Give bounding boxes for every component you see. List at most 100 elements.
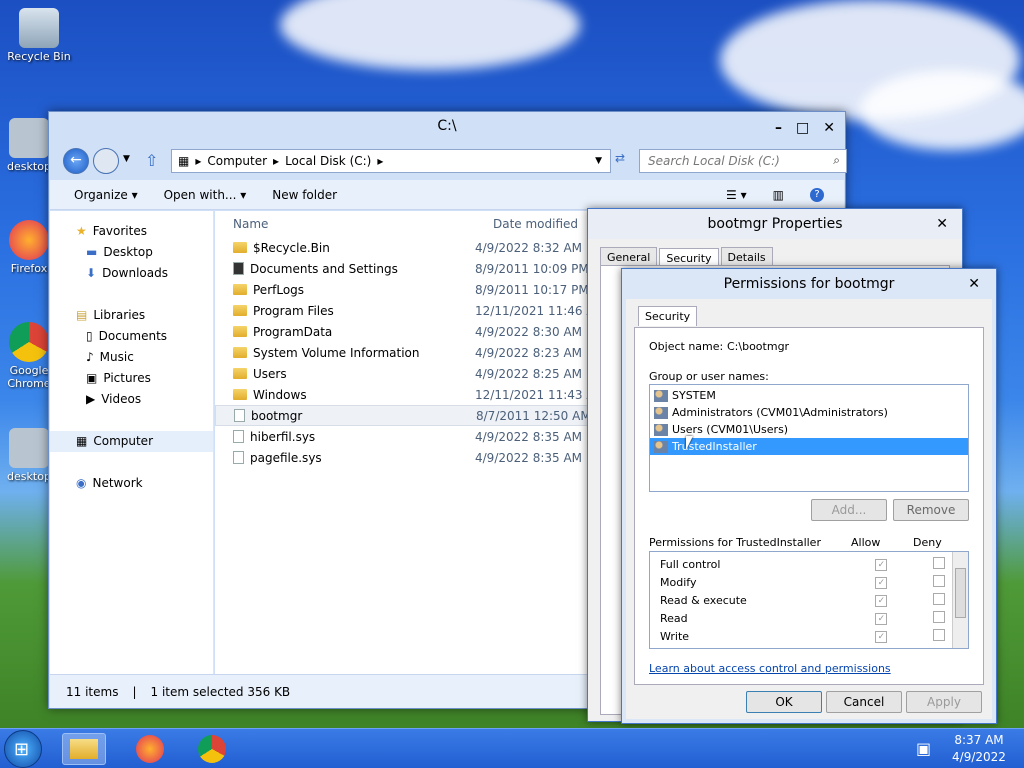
scrollbar[interactable] bbox=[952, 552, 968, 648]
file-icon bbox=[233, 430, 244, 443]
file-date: 4/9/2022 8:35 AM bbox=[475, 450, 583, 465]
allow-checkbox[interactable]: ✓ bbox=[875, 577, 888, 589]
nav-music[interactable]: ♪ Music bbox=[50, 347, 213, 368]
file-date: 8/7/2011 12:50 AM bbox=[476, 408, 591, 423]
back-button[interactable]: ← bbox=[63, 148, 89, 174]
search-input[interactable]: Search Local Disk (C:) ⌕ bbox=[639, 149, 847, 173]
maximize-icon[interactable]: □ bbox=[796, 114, 809, 142]
explorer-titlebar[interactable]: C:\ – □ ✕ bbox=[49, 112, 845, 142]
deny-checkbox[interactable] bbox=[933, 628, 946, 641]
preview-pane-icon[interactable]: ▥ bbox=[773, 188, 784, 202]
permissions-titlebar[interactable]: Permissions for bootmgr ✕ bbox=[622, 269, 996, 299]
nav-desktop[interactable]: ▬ Desktop bbox=[50, 242, 213, 263]
tab-details[interactable]: Details bbox=[720, 247, 773, 267]
refresh-icon[interactable]: ⇄ bbox=[615, 151, 625, 165]
address-bar[interactable]: ▦ ▸ Computer ▸ Local Disk (C:) ▸ ▼ bbox=[171, 149, 611, 173]
column-header-name[interactable]: Name bbox=[233, 217, 493, 231]
view-options-icon[interactable]: ☰ ▾ bbox=[726, 188, 747, 202]
nav-favorites[interactable]: ★ Favorites bbox=[50, 221, 213, 242]
permission-row: Modify ✓ bbox=[650, 573, 968, 591]
file-date: 4/9/2022 8:23 AM bbox=[475, 345, 583, 360]
taskbar-firefox[interactable] bbox=[128, 733, 172, 765]
close-icon[interactable]: ✕ bbox=[823, 114, 835, 142]
properties-titlebar[interactable]: bootmgr Properties ✕ bbox=[588, 209, 962, 239]
user-trustedinstaller[interactable]: TrustedInstaller bbox=[650, 438, 968, 455]
deny-checkbox[interactable] bbox=[933, 556, 946, 569]
allow-checkbox[interactable]: ✓ bbox=[875, 595, 888, 607]
permission-name: Read & execute bbox=[660, 593, 747, 607]
object-name-value: C:\bootmgr bbox=[727, 340, 790, 353]
nav-network[interactable]: ◉ Network bbox=[50, 473, 213, 494]
tab-security[interactable]: Security bbox=[638, 306, 698, 326]
start-button[interactable]: ⊞ bbox=[4, 730, 42, 768]
close-icon[interactable]: ✕ bbox=[936, 209, 948, 239]
file-name: ProgramData bbox=[253, 324, 333, 339]
allow-checkbox[interactable]: ✓ bbox=[875, 613, 888, 625]
allow-checkbox[interactable]: ✓ bbox=[875, 559, 888, 571]
user-list[interactable]: SYSTEM Administrators (CVM01\Administrat… bbox=[649, 384, 969, 492]
file-icon bbox=[233, 451, 244, 464]
cancel-button[interactable]: Cancel bbox=[826, 691, 902, 713]
clock-time: 8:37 AM bbox=[954, 733, 1004, 747]
file-date: 12/11/2021 11:43 AM bbox=[475, 387, 605, 402]
permission-row: Read ✓ bbox=[650, 609, 968, 627]
nav-libraries[interactable]: ▤ Libraries bbox=[50, 305, 213, 326]
users-icon bbox=[654, 423, 668, 436]
forward-button[interactable] bbox=[93, 148, 119, 174]
help-icon[interactable]: ? bbox=[810, 187, 824, 202]
group-label: Group or user names: bbox=[649, 370, 769, 383]
file-name: pagefile.sys bbox=[250, 450, 322, 465]
file-date: 4/9/2022 8:30 AM bbox=[475, 324, 583, 339]
security-panel: Object name: C:\bootmgr Group or user na… bbox=[634, 327, 984, 685]
close-icon[interactable]: ✕ bbox=[968, 269, 980, 299]
taskbar-explorer[interactable] bbox=[62, 733, 106, 765]
file-name: $Recycle.Bin bbox=[253, 240, 330, 255]
user-administrators[interactable]: Administrators (CVM01\Administrators) bbox=[650, 404, 968, 421]
allow-checkbox[interactable]: ✓ bbox=[875, 631, 888, 643]
deny-checkbox[interactable] bbox=[933, 574, 946, 587]
firefox-icon bbox=[9, 220, 49, 260]
remove-button[interactable]: Remove bbox=[893, 499, 969, 521]
dialog-title: bootmgr Properties bbox=[707, 216, 843, 232]
recycle-bin-icon bbox=[19, 8, 59, 48]
nav-downloads[interactable]: ⬇ Downloads bbox=[50, 263, 213, 284]
permission-name: Modify bbox=[660, 575, 697, 589]
nav-pictures[interactable]: ▣ Pictures bbox=[50, 368, 213, 389]
address-dropdown-icon[interactable]: ▼ bbox=[595, 156, 602, 166]
chevron-down-icon[interactable]: ▼ bbox=[123, 154, 130, 164]
nav-computer[interactable]: ▦ Computer bbox=[50, 431, 213, 452]
up-arrow-icon[interactable]: ⇧ bbox=[145, 151, 158, 170]
access-control-link[interactable]: Learn about access control and permissio… bbox=[649, 662, 891, 675]
desktop-icon-recycle-bin[interactable]: Recycle Bin bbox=[4, 8, 74, 63]
user-users[interactable]: Users (CVM01\Users) bbox=[650, 421, 968, 438]
scrollbar-thumb[interactable] bbox=[955, 568, 966, 618]
file-name: Users bbox=[253, 366, 287, 381]
deny-checkbox[interactable] bbox=[933, 592, 946, 605]
clock[interactable]: 8:37 AM 4/9/2022 bbox=[944, 732, 1014, 766]
file-name: hiberfil.sys bbox=[250, 429, 316, 444]
folder-icon bbox=[233, 284, 247, 295]
column-header-date[interactable]: Date modified bbox=[493, 217, 578, 231]
nav-videos[interactable]: ▶ Videos bbox=[50, 389, 213, 410]
open-with-button[interactable]: Open with... ▾ bbox=[164, 188, 247, 202]
user-system[interactable]: SYSTEM bbox=[650, 387, 968, 404]
breadcrumb-computer[interactable]: Computer bbox=[207, 154, 267, 168]
deny-checkbox[interactable] bbox=[933, 610, 946, 623]
chrome-icon bbox=[9, 322, 49, 362]
breadcrumb-local-disk[interactable]: Local Disk (C:) bbox=[285, 154, 371, 168]
add-button[interactable]: Add... bbox=[811, 499, 887, 521]
item-count: 11 items bbox=[66, 684, 119, 699]
tab-general[interactable]: General bbox=[600, 247, 658, 267]
folder-icon bbox=[233, 326, 247, 337]
gear-icon bbox=[9, 428, 49, 468]
organize-button[interactable]: Organize ▾ bbox=[74, 188, 138, 202]
gear-icon bbox=[9, 118, 49, 158]
windows-logo-icon: ⊞ bbox=[14, 739, 30, 760]
ok-button[interactable]: OK bbox=[746, 691, 822, 713]
new-folder-button[interactable]: New folder bbox=[272, 188, 337, 202]
nav-documents[interactable]: ▯ Documents bbox=[50, 326, 213, 347]
minimize-icon[interactable]: – bbox=[775, 114, 782, 142]
apply-button[interactable]: Apply bbox=[906, 691, 982, 713]
network-tray-icon[interactable]: ▣ bbox=[916, 739, 931, 758]
taskbar-chrome[interactable] bbox=[190, 733, 234, 765]
